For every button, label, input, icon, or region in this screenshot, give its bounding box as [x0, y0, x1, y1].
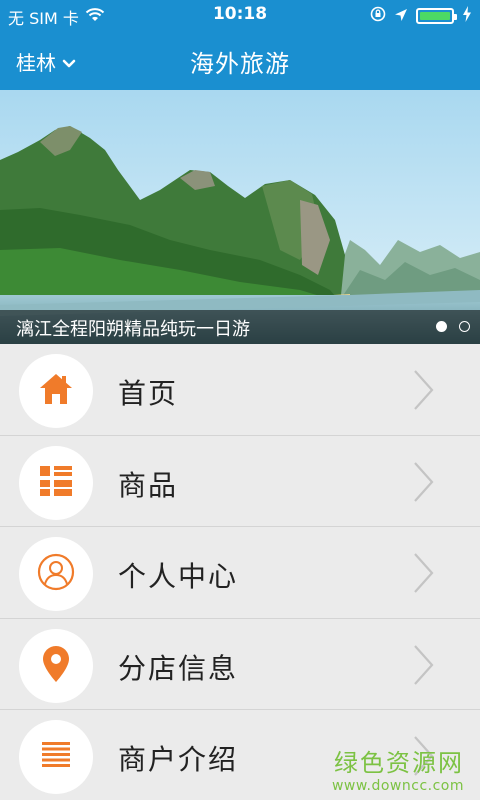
battery-icon: [416, 8, 457, 24]
carousel-indicator: [436, 321, 470, 332]
menu-item-label: 个人中心: [118, 560, 239, 593]
chevron-right-icon: [412, 368, 436, 416]
map-pin-icon: [43, 645, 69, 686]
icon-circle: [19, 628, 93, 703]
menu-item-label: 首页: [118, 377, 179, 410]
menu-item-label: 商户介绍: [118, 743, 239, 776]
banner-image: [0, 90, 480, 344]
icon-circle: [19, 537, 93, 611]
banner-carousel[interactable]: 漓江全程阳朔精品纯玩一日游: [0, 90, 480, 344]
app-header: 桂林 海外旅游: [0, 30, 480, 90]
carousel-dot-2[interactable]: [459, 321, 470, 332]
menu-item-products[interactable]: 商品: [0, 435, 480, 527]
page-title: 海外旅游: [190, 50, 290, 78]
battery-fill: [420, 12, 450, 20]
banner-caption: 漓江全程阳朔精品纯玩一日游: [16, 319, 250, 340]
chevron-right-icon: [412, 643, 436, 691]
menu-item-label: 分店信息: [118, 651, 239, 685]
icon-circle: [19, 445, 93, 520]
charging-icon: [462, 6, 472, 26]
home-icon: [38, 372, 74, 410]
lines-icon: [42, 742, 70, 772]
status-bar: 无 SIM 卡 10:18: [0, 0, 480, 30]
icon-circle: [19, 354, 93, 428]
main-menu: 首页 商品 个人中心 分店信息 商户介绍: [0, 344, 480, 800]
chevron-right-icon: [412, 551, 436, 599]
status-right: [370, 6, 472, 26]
menu-item-home[interactable]: 首页: [0, 344, 480, 436]
menu-item-merchant-intro[interactable]: 商户介绍: [0, 710, 480, 800]
chevron-right-icon: [412, 734, 436, 782]
menu-item-branches[interactable]: 分店信息: [0, 618, 480, 710]
chevron-right-icon: [412, 460, 436, 508]
rotation-lock-icon: [370, 6, 386, 26]
carousel-dot-1[interactable]: [436, 321, 447, 332]
banner-caption-bar: 漓江全程阳朔精品纯玩一日游: [0, 310, 480, 344]
icon-circle: [19, 720, 93, 794]
user-icon: [37, 553, 75, 595]
menu-item-label: 商品: [118, 468, 179, 502]
location-arrow-icon: [394, 7, 408, 26]
grid-list-icon: [40, 465, 72, 500]
menu-item-profile[interactable]: 个人中心: [0, 527, 480, 619]
